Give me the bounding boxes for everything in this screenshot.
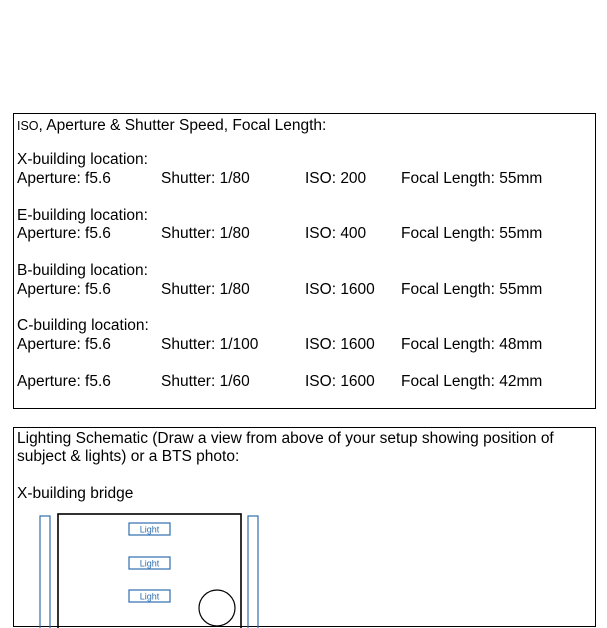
- left-wall-outline: [39, 515, 51, 628]
- settings-row-b: Aperture: f5.6 Shutter: 1/80 ISO: 1600 F…: [14, 281, 595, 299]
- settings-row-extra: Aperture: f5.6 Shutter: 1/60 ISO: 1600 F…: [14, 373, 595, 391]
- shutter-value: Shutter: 1/60: [161, 373, 250, 390]
- focal-length-value: Focal Length: 55mm: [401, 225, 543, 242]
- aperture-value: Aperture: f5.6: [17, 225, 111, 242]
- settings-row-e: Aperture: f5.6 Shutter: 1/80 ISO: 400 Fo…: [14, 225, 595, 243]
- right-wall-outline: [247, 515, 259, 628]
- location-label-e: E-building location:: [17, 207, 148, 224]
- shutter-value: Shutter: 1/80: [161, 225, 250, 242]
- aperture-value: Aperture: f5.6: [17, 170, 111, 187]
- iso-value: ISO: 400: [305, 225, 367, 242]
- location-label-b: B-building location:: [17, 262, 148, 279]
- aperture-value: Aperture: f5.6: [17, 336, 111, 353]
- light-label-1: Light: [140, 525, 160, 535]
- aperture-value: Aperture: f5.6: [17, 373, 111, 390]
- location-label-c: C-building location:: [17, 317, 149, 334]
- location-label-x: X-building location:: [17, 151, 148, 168]
- focal-length-value: Focal Length: 55mm: [401, 281, 543, 298]
- subject-circle: [198, 589, 236, 627]
- settings-heading: ISO, Aperture & Shutter Speed, Focal Len…: [17, 117, 326, 135]
- lighting-schematic-box: Lighting Schematic (Draw a view from abo…: [13, 427, 596, 628]
- settings-row-c: Aperture: f5.6 Shutter: 1/100 ISO: 1600 …: [14, 336, 595, 354]
- iso-value: ISO: 1600: [305, 336, 375, 353]
- aperture-value: Aperture: f5.6: [17, 281, 111, 298]
- focal-length-value: Focal Length: 42mm: [401, 373, 543, 390]
- camera-settings-box: ISO, Aperture & Shutter Speed, Focal Len…: [13, 113, 596, 409]
- light-label-2: Light: [140, 559, 160, 569]
- shutter-value: Shutter: 1/80: [161, 281, 250, 298]
- focal-length-value: Focal Length: 48mm: [401, 336, 543, 353]
- iso-value: ISO: 1600: [305, 373, 375, 390]
- shutter-value: Shutter: 1/80: [161, 170, 250, 187]
- settings-heading-rest: , Aperture & Shutter Speed, Focal Length…: [38, 117, 327, 134]
- shutter-value: Shutter: 1/100: [161, 336, 259, 353]
- settings-heading-iso: ISO: [17, 119, 39, 133]
- settings-row-x: Aperture: f5.6 Shutter: 1/80 ISO: 200 Fo…: [14, 170, 595, 188]
- iso-value: ISO: 1600: [305, 281, 375, 298]
- iso-value: ISO: 200: [305, 170, 367, 187]
- lighting-schematic-drawing: Light Light Light: [39, 513, 259, 628]
- focal-length-value: Focal Length: 55mm: [401, 170, 543, 187]
- light-label-3: Light: [140, 592, 160, 602]
